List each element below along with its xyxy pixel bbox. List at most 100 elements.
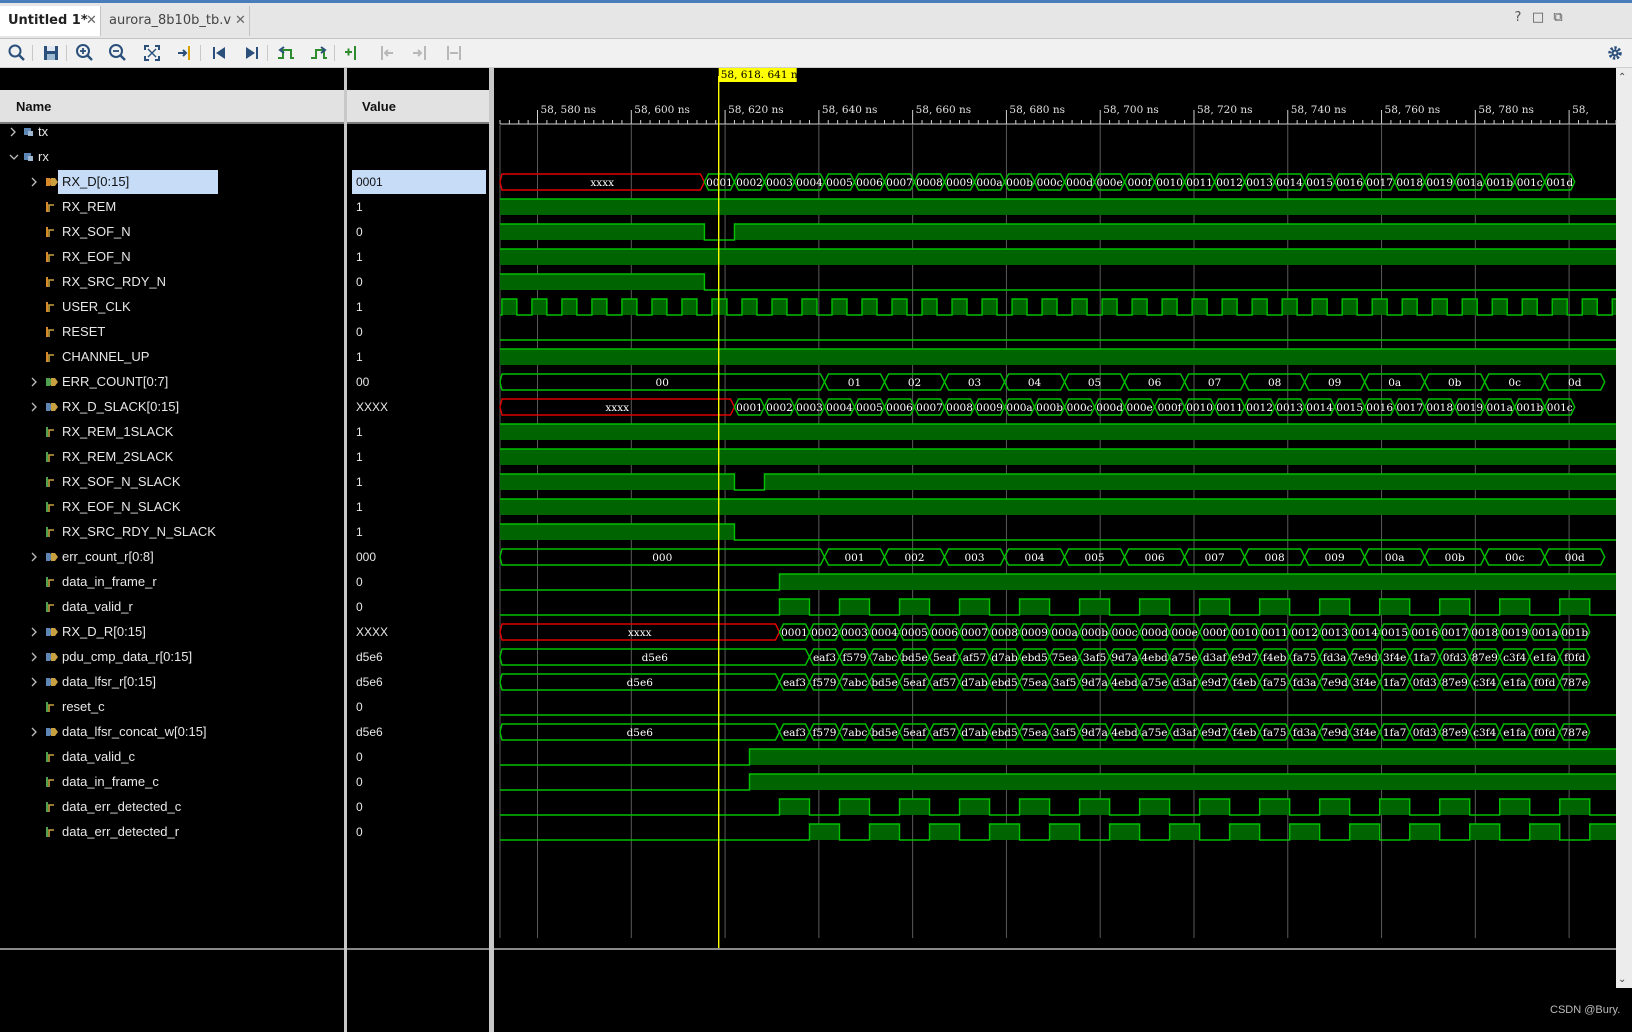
go-to-cursor-icon[interactable] bbox=[173, 41, 197, 65]
wave-splitter[interactable] bbox=[489, 68, 494, 1032]
next-marker-icon[interactable] bbox=[408, 41, 432, 65]
bus-value-label: 001c bbox=[1547, 402, 1573, 414]
signal-value: 1 bbox=[356, 425, 363, 439]
go-to-end-icon[interactable] bbox=[240, 41, 264, 65]
zoom-in-icon[interactable] bbox=[73, 41, 97, 65]
signal-name: RX_SOF_N bbox=[62, 224, 131, 239]
bus-value-label: 1fa7 bbox=[1383, 727, 1407, 739]
bus-value-label: 001d bbox=[1546, 177, 1573, 189]
bus-value-label: 0014 bbox=[1276, 177, 1303, 189]
bus-value-label: 000a bbox=[1006, 402, 1032, 414]
swap-cursors-icon[interactable] bbox=[442, 41, 466, 65]
toolbar-separator bbox=[66, 45, 67, 61]
bus-value-label: 0008 bbox=[991, 627, 1018, 639]
bus-value-label: af57 bbox=[963, 652, 987, 664]
search-icon[interactable] bbox=[5, 41, 29, 65]
signal-row-rx_src_rdy_n[interactable]: RX_SRC_RDY_N bbox=[46, 274, 166, 289]
float-icon[interactable]: ⧉ bbox=[1550, 10, 1566, 25]
tab-aurora-tb[interactable]: aurora_8b10b_tb.v ✕ bbox=[101, 6, 250, 36]
wave-rx_src_rdy_n bbox=[500, 273, 1616, 291]
previous-marker-icon[interactable] bbox=[375, 41, 399, 65]
svg-text:0: 0 bbox=[356, 750, 363, 764]
bus-value-label: 3af5 bbox=[1053, 677, 1077, 689]
signal-value: d5e6 bbox=[356, 650, 383, 664]
bus-value-label: 02 bbox=[908, 377, 921, 389]
time-label: 58, 580 ns bbox=[541, 104, 597, 116]
tab-label: aurora_8b10b_tb.v bbox=[109, 13, 232, 28]
signal-row-rx_rem_1slack[interactable]: RX_REM_1SLACK bbox=[46, 424, 174, 439]
restore-icon[interactable]: □ bbox=[1530, 10, 1546, 25]
signal-row-data_in_frame_r[interactable]: data_in_frame_r bbox=[46, 574, 157, 589]
zoom-out-icon[interactable] bbox=[106, 41, 130, 65]
bus-value-label: 000d bbox=[1141, 627, 1168, 639]
bus-value-label: 0002 bbox=[736, 177, 763, 189]
bus-value-label: 0015 bbox=[1306, 177, 1333, 189]
panel-splitter[interactable] bbox=[344, 68, 347, 1032]
bus-value-label: d7ab bbox=[961, 677, 988, 689]
signal-value: 0 bbox=[356, 325, 363, 339]
bus-value-label: 0015 bbox=[1336, 402, 1363, 414]
next-transition-icon[interactable] bbox=[307, 41, 331, 65]
signal-row-rx_src_rdy_n_slack[interactable]: RX_SRC_RDY_N_SLACK bbox=[46, 524, 216, 539]
time-label: 58, 780 ns bbox=[1478, 104, 1534, 116]
bus-value-label: 5eaf bbox=[903, 727, 927, 739]
go-to-start-icon[interactable] bbox=[207, 41, 231, 65]
svg-text:1: 1 bbox=[356, 525, 363, 539]
signal-row-rx_rem_2slack[interactable]: RX_REM_2SLACK bbox=[46, 449, 174, 464]
bus-value-label: 0018 bbox=[1396, 177, 1423, 189]
bus-value-label: e9d7 bbox=[1201, 677, 1227, 689]
bus-value-label: 000a bbox=[976, 177, 1002, 189]
signal-value: 1 bbox=[356, 200, 363, 214]
signal-row-rx_eof_n_slack[interactable]: RX_EOF_N_SLACK bbox=[46, 499, 181, 514]
bus-value-label: 0013 bbox=[1246, 177, 1273, 189]
signal-row-data_err_detected_r[interactable]: data_err_detected_r bbox=[46, 824, 180, 839]
close-icon[interactable]: ✕ bbox=[86, 6, 97, 36]
wave-rx_eof_n bbox=[500, 248, 1616, 265]
bus-value-label: 87e9 bbox=[1442, 677, 1468, 689]
wave-rx_d_slack015: xxxx 0001 0002 0003 0004 0005 0006 0007 0008 0009… bbox=[499, 398, 1576, 416]
signal-name: RX_D_SLACK[0:15] bbox=[62, 399, 179, 414]
signal-name: RX_D_R[0:15] bbox=[62, 624, 146, 639]
svg-text:0: 0 bbox=[356, 800, 363, 814]
save-icon[interactable] bbox=[39, 41, 63, 65]
bus-value-label: 0c bbox=[1508, 377, 1521, 389]
bus-value-label: 000d bbox=[1066, 177, 1093, 189]
bus-value-label: 9d7a bbox=[1081, 677, 1107, 689]
scroll-up-icon[interactable]: ⌃ bbox=[1618, 72, 1626, 83]
waveform-viewer: Name Value ⌃ ⌄ CSDN @Bury. tx rx RX_D[0:15… bbox=[0, 68, 1632, 1032]
previous-transition-icon[interactable] bbox=[274, 41, 298, 65]
wave-data_err_detected_c bbox=[500, 798, 1616, 816]
signal-row-rx_sof_n_slack[interactable]: RX_SOF_N_SLACK bbox=[46, 474, 181, 489]
bus-value-label: 0008 bbox=[916, 177, 943, 189]
bus-value-label: 9d7a bbox=[1081, 727, 1107, 739]
toolbar bbox=[0, 39, 1632, 68]
signal-name: RX_REM_1SLACK bbox=[62, 424, 174, 439]
help-icon[interactable]: ? bbox=[1510, 10, 1526, 25]
signal-row-data_in_frame_c[interactable]: data_in_frame_c bbox=[46, 774, 159, 789]
scroll-down-icon[interactable]: ⌄ bbox=[1618, 974, 1626, 985]
wave-rx_d_r015: xxxx 0001 0002 0003 0004 0005 0006 0007 0008 0009… bbox=[499, 623, 1591, 641]
bus-value-label: xxxx bbox=[590, 177, 614, 189]
bus-value-label: 001a bbox=[1532, 627, 1558, 639]
signal-row-rx_d015[interactable]: RX_D[0:15] bbox=[31, 170, 218, 194]
bus-value-label: eaf3 bbox=[813, 652, 836, 664]
tab-untitled-1[interactable]: Untitled 1* ✕ bbox=[0, 6, 101, 36]
close-icon[interactable]: ✕ bbox=[235, 6, 246, 36]
bus-value-label: 0012 bbox=[1216, 177, 1243, 189]
settings-icon[interactable] bbox=[1603, 41, 1627, 65]
signal-name: RX_EOF_N_SLACK bbox=[62, 499, 181, 514]
signal-row-data_err_detected_c[interactable]: data_err_detected_c bbox=[46, 799, 182, 814]
bus-value-label: 0011 bbox=[1261, 627, 1288, 639]
signal-row-channel_up[interactable]: CHANNEL_UP bbox=[46, 349, 149, 364]
wave-err_count_r08: 000 001 002 003 004 005 006 007 008 009 00a 00b 00c 0… bbox=[499, 548, 1606, 566]
bus-value-label: fa75 bbox=[1263, 677, 1287, 689]
bus-value-label: 001a bbox=[1487, 402, 1513, 414]
vertical-scrollbar[interactable] bbox=[1616, 68, 1632, 988]
bus-value-label: 87e9 bbox=[1442, 727, 1468, 739]
bus-value-label: 00c bbox=[1505, 552, 1524, 564]
add-marker-icon[interactable] bbox=[341, 41, 365, 65]
wave-rx_rem_1slack bbox=[500, 423, 1616, 440]
bus-value-label: 000d bbox=[1096, 402, 1123, 414]
zoom-fit-icon[interactable] bbox=[140, 41, 164, 65]
name-column-header[interactable] bbox=[0, 90, 344, 122]
